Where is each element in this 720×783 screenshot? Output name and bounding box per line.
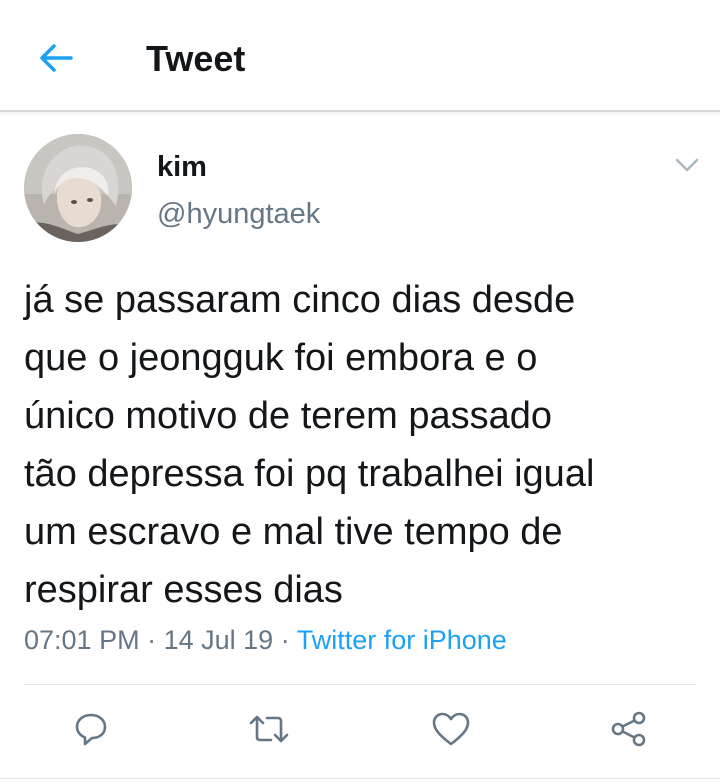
tweet-source-link[interactable]: Twitter for iPhone [297,625,507,655]
author-handle[interactable]: @hyungtaek [157,197,320,231]
tweet-time: 07:01 PM [24,625,140,655]
reply-icon [75,713,107,746]
divider [0,778,720,779]
reply-button[interactable] [68,706,114,752]
header-divider [0,110,720,112]
back-button[interactable] [36,38,76,78]
meta-separator: · [147,625,157,655]
tweet-actions [0,706,720,756]
like-button[interactable] [428,706,474,752]
arrow-left-icon [40,44,73,72]
page-title: Tweet [146,38,246,79]
share-icon [611,711,646,747]
tweet-menu-button[interactable] [670,150,704,180]
share-button[interactable] [606,706,652,752]
retweet-icon [249,715,289,743]
meta-separator: · [280,625,290,655]
heart-icon [432,712,470,746]
author-name[interactable]: kim [157,150,207,184]
avatar[interactable] [24,134,132,242]
tweet-meta: 07:01 PM · 14 Jul 19 · Twitter for iPhon… [24,622,507,658]
tweet-date: 14 Jul 19 [163,625,274,655]
tweet-text: já se passaram cinco dias desde que o je… [24,279,595,611]
top-bar: Tweet [0,0,720,112]
chevron-down-icon [675,158,699,172]
retweet-button[interactable] [246,706,292,752]
divider [24,684,696,685]
